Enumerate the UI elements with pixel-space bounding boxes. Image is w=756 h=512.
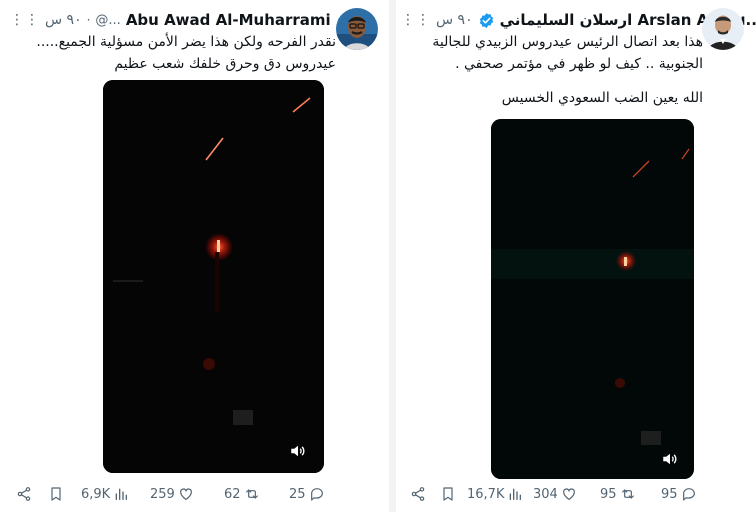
share-icon [411,487,425,501]
reply-button[interactable]: 25 [289,486,325,502]
video-player[interactable] [491,119,694,479]
video-frame [491,119,694,479]
reply-icon [310,488,323,501]
views-count: 16,7K [467,486,505,502]
like-icon [562,488,575,501]
retweet-icon [621,489,634,499]
retweets-count: 95 [600,486,617,502]
separator-dot: · [86,13,91,27]
views-button[interactable]: 6,9K [81,486,129,502]
avatar[interactable] [702,8,744,50]
tweet-header: ⋮⋮ ٩٠ س · @... Abu Awad Al-Muharrami [10,8,353,32]
replies-count: 95 [661,486,678,502]
like-button[interactable]: 304 [533,486,577,502]
more-options-icon[interactable]: ⋮⋮ [10,12,40,28]
tweet-text: نقدر الفرحه ولكن هذا يضر الأمن مسؤلية ال… [11,33,336,73]
more-options-icon[interactable]: ⋮⋮ [401,12,431,28]
bookmark-button[interactable] [440,486,456,502]
share-icon [17,487,31,501]
views-icon [115,488,128,500]
likes-count: 304 [533,486,558,502]
verified-badge-icon [479,12,493,28]
share-button[interactable] [410,486,426,502]
replies-count: 25 [289,486,306,502]
tweet-right[interactable]: ⋮⋮ ٩٠ س ارسلان السليماني Arslan AL-Su...… [396,0,756,512]
tweet-time[interactable]: ٩٠ س [436,12,473,28]
views-count: 6,9K [81,486,111,502]
tweet-text-line: هذا بعد اتصال الرئيس عيدروس الزبيدي للجا… [432,34,703,50]
like-icon [179,488,192,501]
tweet-text-line: الجنوبية .. كيف لو ظهر في مؤتمر صحفي . [455,56,703,72]
display-name[interactable]: Abu Awad Al-Muharrami [126,11,331,29]
avatar[interactable] [336,8,378,50]
tweet-time[interactable]: ٩٠ س [45,12,82,28]
bookmark-icon [51,487,61,501]
tweet-text-line: الله يعين الضب السعودي الخسيس [501,90,703,106]
views-icon [510,488,522,500]
bookmark-icon [443,487,453,501]
retweet-button[interactable]: 95 [600,486,636,502]
user-handle[interactable]: @... [95,13,120,28]
panel-divider [389,0,396,512]
share-button[interactable] [16,486,32,502]
likes-count: 259 [150,486,175,502]
views-button[interactable]: 16,7K [467,486,523,502]
retweet-icon [245,489,258,499]
video-frame [103,80,324,473]
tweet-text: هذا بعد اتصال الرئيس عيدروس الزبيدي للجا… [403,33,703,107]
tweet-text-line: نقدر الفرحه ولكن هذا يضر الأمن مسؤلية ال… [36,34,336,50]
volume-icon[interactable] [661,450,679,468]
tweet-text-line: عيدروس دق وحرق خلفك شعب عظيم [114,56,336,72]
tweet-actions: 6,9K 259 62 25 [0,483,389,505]
like-button[interactable]: 259 [150,486,194,502]
tweet-actions: 16,7K 304 95 95 [396,483,756,505]
tweet-left[interactable]: ⋮⋮ ٩٠ س · @... Abu Awad Al-Muharrami نقد… [0,0,389,512]
retweet-button[interactable]: 62 [224,486,260,502]
bookmark-button[interactable] [48,486,64,502]
volume-icon[interactable] [289,442,307,460]
reply-button[interactable]: 95 [661,486,697,502]
reply-icon [682,488,695,501]
video-player[interactable] [103,80,324,473]
retweets-count: 62 [224,486,241,502]
